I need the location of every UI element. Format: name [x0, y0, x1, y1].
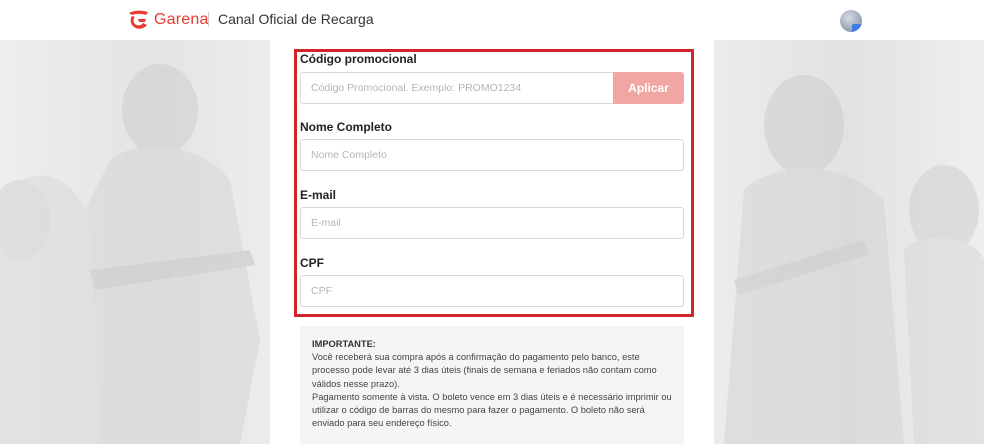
notice-title: IMPORTANTE: — [312, 339, 376, 349]
important-notice: IMPORTANTE: Você receberá sua compra apó… — [300, 326, 684, 444]
promo-code-input[interactable] — [300, 72, 614, 104]
avatar-badge — [852, 24, 862, 32]
notice-paragraph-1: Você receberá sua compra após a confirma… — [312, 352, 657, 389]
background-art-right — [714, 40, 984, 444]
background-art-left — [0, 40, 270, 444]
cpf-label: CPF — [300, 256, 324, 270]
notice-paragraph-2: Pagamento somente à vista. O boleto venc… — [312, 391, 672, 429]
garena-logo[interactable]: Garena — [126, 9, 209, 31]
character-silhouette-right — [724, 75, 984, 444]
top-header: Garena Canal Oficial de Recarga — [0, 0, 984, 40]
email-input[interactable] — [300, 207, 684, 239]
page-title: Canal Oficial de Recarga — [218, 11, 374, 27]
promo-code-label: Código promocional — [300, 52, 417, 66]
header-divider — [208, 12, 209, 27]
garena-logo-icon — [129, 10, 148, 29]
cpf-input[interactable] — [300, 275, 684, 307]
full-name-label: Nome Completo — [300, 120, 393, 134]
brand-name: Garena — [154, 11, 209, 28]
user-avatar[interactable] — [840, 10, 862, 32]
character-silhouette-left — [0, 64, 260, 444]
apply-promo-button[interactable]: Aplicar — [613, 72, 684, 104]
email-label: E-mail — [300, 188, 337, 202]
full-name-input[interactable] — [300, 139, 684, 171]
